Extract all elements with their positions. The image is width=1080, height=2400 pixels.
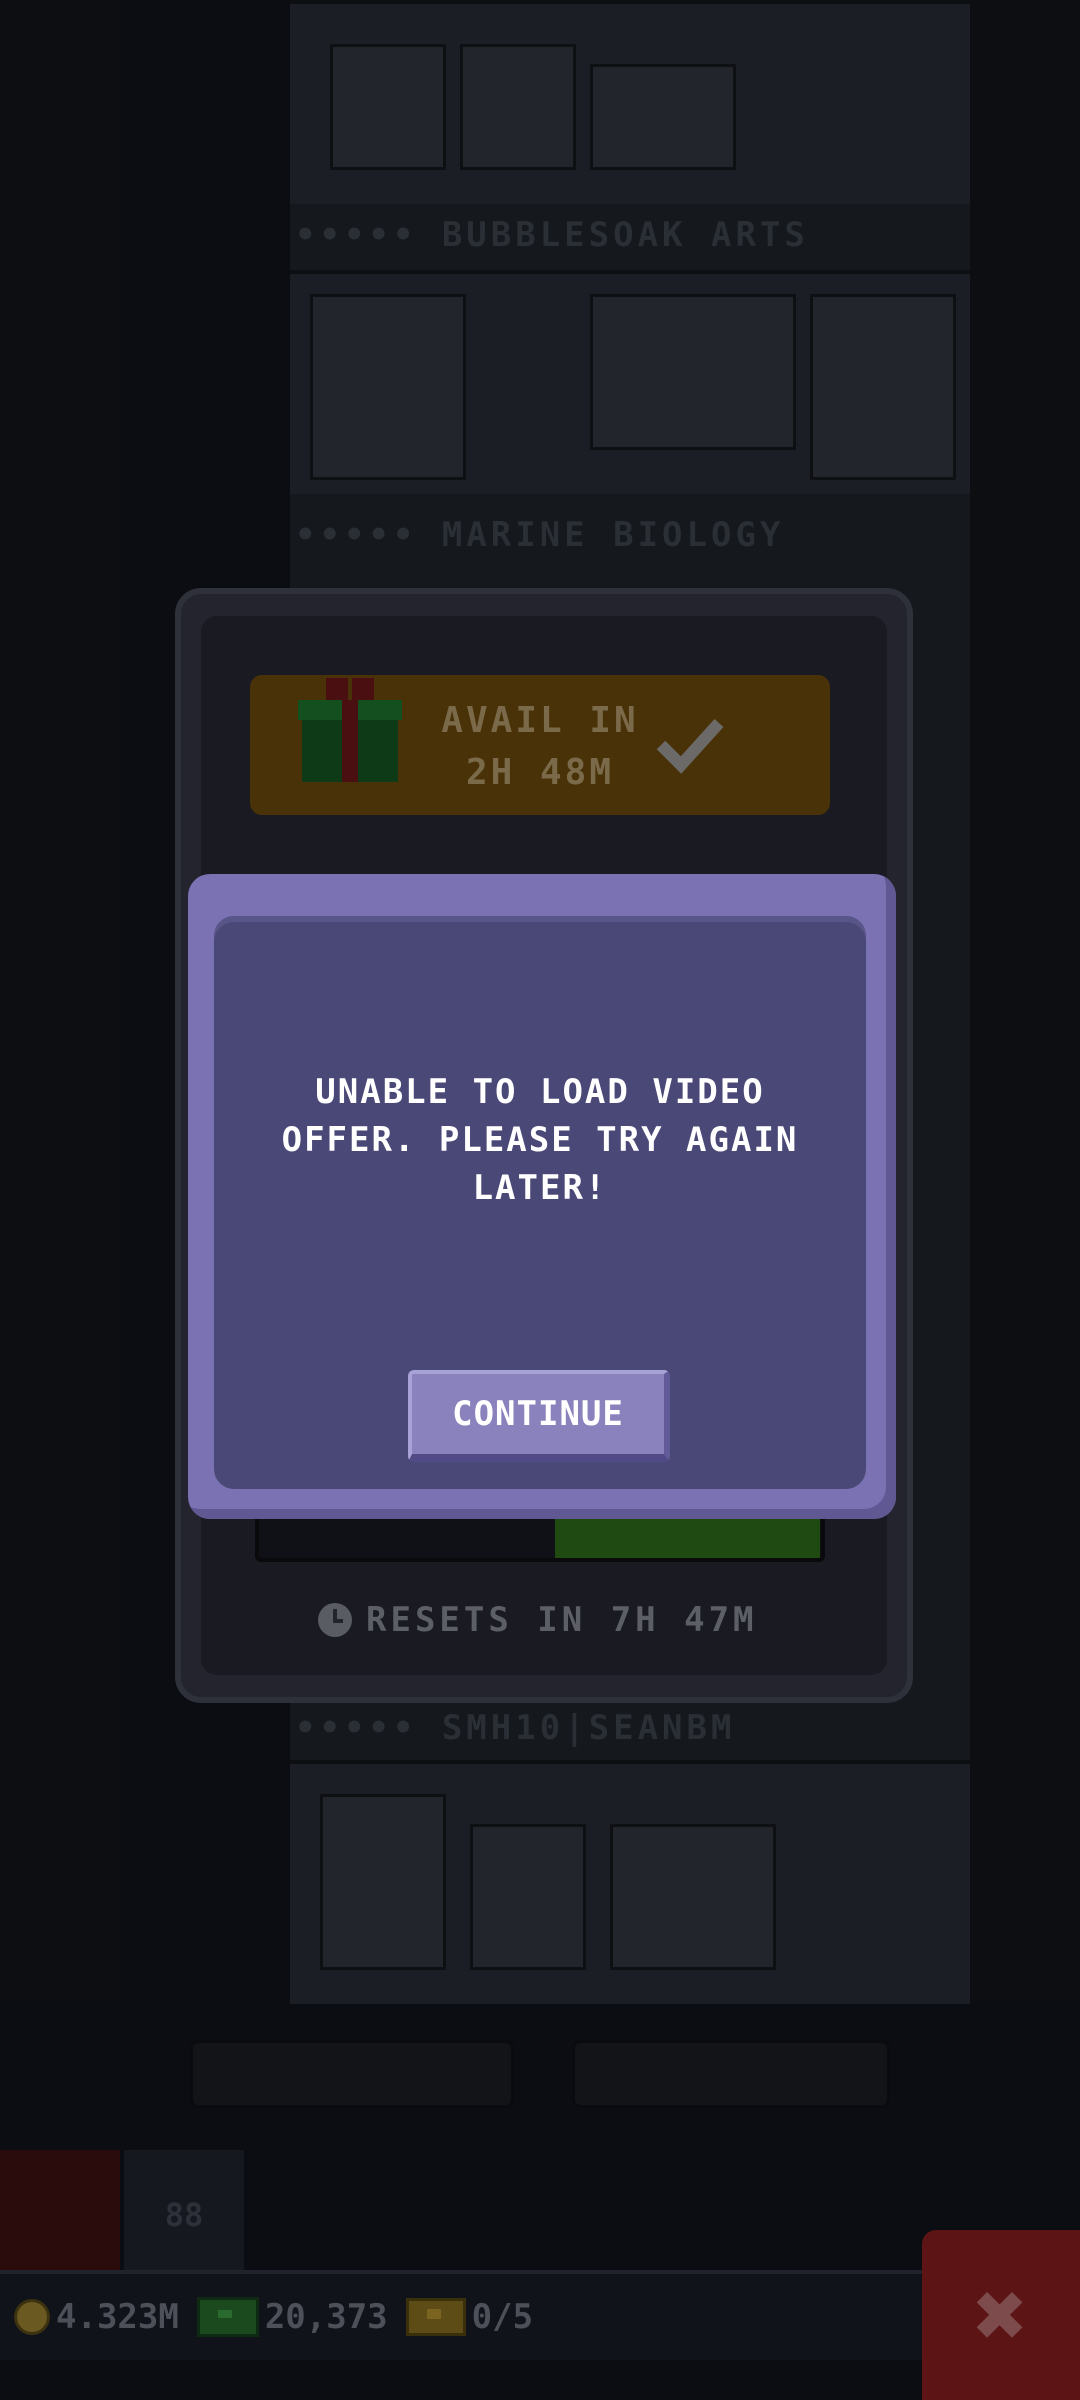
coins-value: 4.323M xyxy=(56,2297,179,2337)
floor-count-button[interactable]: 88 xyxy=(124,2150,244,2280)
coins-counter: 4.323M xyxy=(14,2297,179,2337)
background-button[interactable] xyxy=(572,2040,890,2108)
left-scenery xyxy=(0,0,120,2000)
checkmark-icon xyxy=(656,718,724,774)
tower-floor[interactable] xyxy=(290,270,970,494)
coin-icon xyxy=(14,2299,50,2335)
currency-status-bar: 4.323M 20,373 0/5 xyxy=(0,2270,922,2360)
bux-value: 20,373 xyxy=(264,2297,388,2337)
ticket-icon xyxy=(405,2298,466,2336)
continue-button[interactable]: CONTINUE xyxy=(408,1370,670,1462)
floor-label: ••••• SMH10|SEANBM xyxy=(295,1708,736,1748)
background-button[interactable] xyxy=(190,2040,514,2108)
bux-icon xyxy=(196,2297,259,2337)
tickets-counter: 0/5 xyxy=(405,2297,534,2337)
floor-label: ••••• MARINE BIOLOGY xyxy=(295,515,785,555)
error-message: UNABLE TO LOAD VIDEO OFFER. PLEASE TRY A… xyxy=(281,1072,799,1208)
tickets-value: 0/5 xyxy=(471,2297,534,2337)
close-icon: ✖ xyxy=(973,2262,1029,2368)
reset-timer-text: RESETS IN 7H 47M xyxy=(366,1600,758,1640)
floor-label: ••••• BUBBLESOAK ARTS xyxy=(295,215,809,255)
elevator-button[interactable] xyxy=(0,2150,120,2280)
reset-timer: RESETS IN 7H 47M xyxy=(318,1595,798,1645)
gift-icon xyxy=(298,678,402,782)
clock-icon xyxy=(318,1603,352,1637)
tower-floor[interactable] xyxy=(290,0,970,204)
tower-floor[interactable] xyxy=(290,1760,970,2004)
close-button[interactable]: ✖ xyxy=(922,2230,1080,2400)
right-scenery xyxy=(970,0,1080,2000)
bux-counter: 20,373 xyxy=(196,2297,388,2337)
gift-availability-text: AVAIL IN 2H 48M xyxy=(441,700,639,793)
